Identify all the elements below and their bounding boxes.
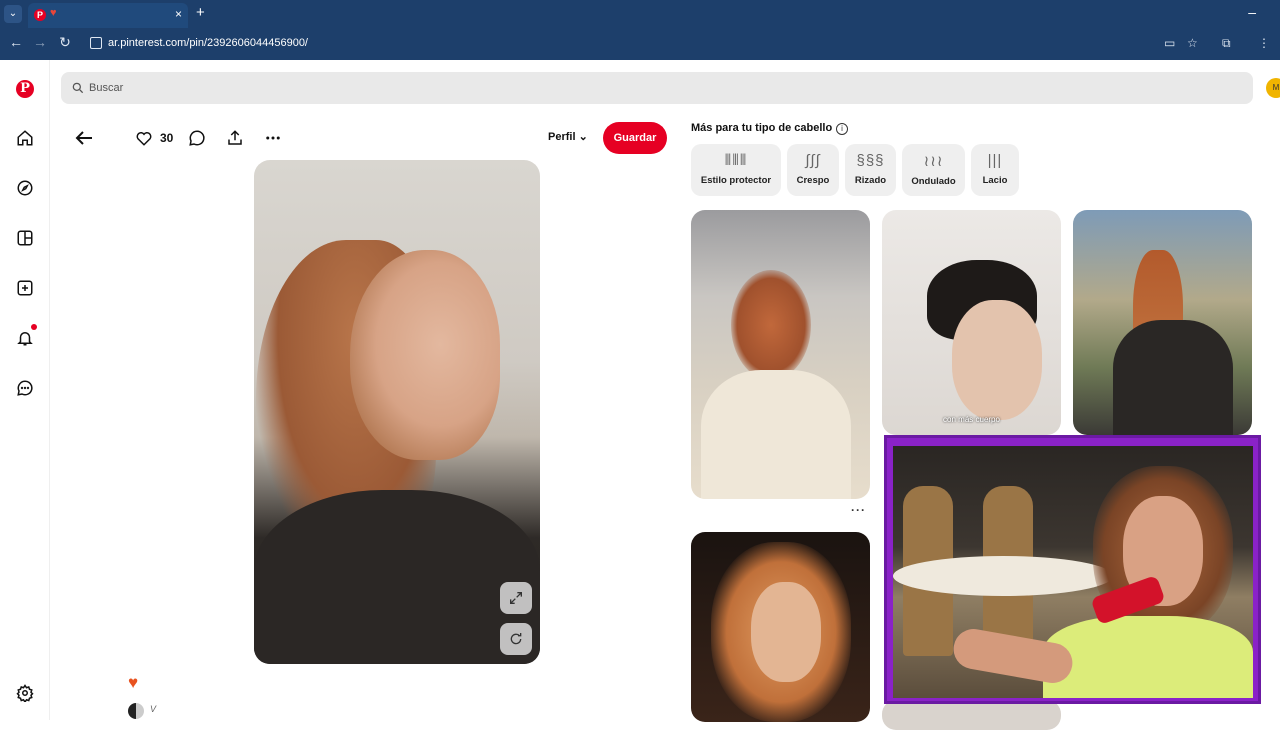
wavy-hair-icon: ≀≀≀: [923, 153, 944, 170]
creator-name[interactable]: V: [150, 704, 156, 714]
chip-label: Crespo: [796, 175, 830, 186]
chip-crespo[interactable]: ∫∫∫ Crespo: [787, 144, 839, 196]
info-icon[interactable]: i: [836, 123, 848, 135]
chip-lacio[interactable]: ||| Lacio: [971, 144, 1019, 196]
explore-icon[interactable]: [13, 176, 37, 200]
bookmark-star-icon[interactable]: ☆: [1187, 36, 1198, 50]
browser-tabstrip: ⌄ P ♥ × + –: [0, 0, 1280, 28]
pin-image-body: [254, 490, 540, 664]
pin-action-bar: 30: [130, 125, 287, 151]
board-dropdown-label: Perfil: [548, 131, 576, 143]
related-pin-3[interactable]: [1073, 210, 1252, 435]
related-pin-4[interactable]: [691, 532, 870, 722]
thumb-face: [952, 300, 1042, 420]
more-dots-icon: [266, 136, 281, 140]
thumb-hair: [731, 270, 811, 380]
coily-hair-icon: ∫∫∫: [805, 152, 821, 169]
pinterest-logo-icon[interactable]: P: [16, 80, 34, 98]
user-avatar[interactable]: M: [1266, 78, 1280, 98]
back-arrow-icon[interactable]: [72, 126, 96, 150]
related-pin-5[interactable]: [882, 700, 1061, 730]
thumb-face: [751, 582, 821, 682]
curly-hair-icon: §§§: [856, 152, 885, 169]
pin-image-face: [350, 250, 500, 460]
webcam-overlay: [884, 435, 1261, 704]
search-bar[interactable]: [61, 72, 1253, 104]
visual-search-icon: [510, 633, 522, 645]
chip-rizado[interactable]: §§§ Rizado: [845, 144, 896, 196]
reaction-heart-icon[interactable]: ♥: [128, 673, 138, 693]
boards-icon[interactable]: [13, 226, 37, 250]
pin-more-options[interactable]: ···: [851, 503, 866, 517]
save-button[interactable]: Guardar: [603, 122, 667, 154]
window-minimize-button[interactable]: –: [1248, 4, 1256, 20]
like-count: 30: [160, 131, 174, 145]
related-pin-1[interactable]: [691, 210, 870, 499]
thumb-jacket: [1113, 320, 1233, 435]
like-button[interactable]: [130, 125, 158, 151]
new-tab-button[interactable]: +: [196, 5, 205, 21]
profile-menu-icon[interactable]: ⋮: [1258, 36, 1270, 50]
expand-button[interactable]: [500, 582, 532, 614]
notification-badge: [31, 324, 37, 330]
board-dropdown[interactable]: Perfil ⌄: [548, 130, 588, 143]
site-info-icon[interactable]: [90, 37, 102, 49]
messages-icon[interactable]: [13, 376, 37, 400]
chevron-down-icon: ⌄: [578, 131, 588, 143]
browser-toolbar: ← → ↻ ar.pinterest.com/pin/2392606044456…: [0, 28, 1280, 60]
webcam-table: [893, 556, 1113, 596]
visual-search-button[interactable]: [500, 623, 532, 655]
create-icon[interactable]: [13, 276, 37, 300]
webcam-video: [893, 446, 1253, 698]
chip-label: Estilo protector: [700, 175, 772, 186]
braids-icon: ⦀⦀⦀: [724, 152, 748, 169]
install-app-icon[interactable]: ▭: [1164, 36, 1175, 50]
extensions-icon[interactable]: ⧉: [1222, 36, 1231, 51]
settings-gear-icon[interactable]: [13, 681, 37, 705]
chip-ondulado[interactable]: ≀≀≀ Ondulado: [902, 144, 965, 196]
share-icon: [228, 130, 243, 145]
chip-label: Lacio: [982, 175, 1008, 186]
thumb-caption: con más cuerpo: [943, 415, 1000, 424]
thumb-sweater: [701, 370, 851, 499]
webcam-person-shirt: [1043, 616, 1253, 698]
browser-tab-pinterest[interactable]: P ♥ ×: [28, 3, 188, 28]
creator-avatar[interactable]: [128, 703, 144, 719]
reload-icon[interactable]: ↻: [55, 34, 75, 51]
chip-label: Ondulado: [911, 176, 956, 187]
pinterest-favicon-icon: P: [34, 9, 46, 21]
comment-icon: [189, 130, 205, 146]
search-icon: [72, 82, 84, 94]
chip-estilo-protector[interactable]: ⦀⦀⦀ Estilo protector: [691, 144, 781, 196]
forward-arrow-icon[interactable]: →: [30, 34, 50, 50]
related-section-title: Más para tu tipo de cabello: [691, 122, 833, 134]
home-icon[interactable]: [13, 126, 37, 150]
expand-icon: [510, 592, 522, 604]
comment-button[interactable]: [183, 125, 211, 151]
tab-list-chevron-icon[interactable]: ⌄: [4, 5, 22, 23]
related-pin-2[interactable]: con más cuerpo: [882, 210, 1061, 435]
heart-icon: ♥: [50, 7, 57, 19]
more-options-button[interactable]: [259, 125, 287, 151]
back-arrow-icon[interactable]: ←: [6, 34, 26, 50]
chip-label: Rizado: [854, 175, 887, 186]
heart-icon: [136, 132, 152, 146]
pinterest-sidebar: P: [0, 60, 50, 720]
tab-close-icon[interactable]: ×: [175, 7, 182, 21]
share-button[interactable]: [221, 125, 249, 151]
url-text[interactable]: ar.pinterest.com/pin/2392606044456900/: [108, 37, 308, 49]
pin-image[interactable]: [254, 160, 540, 664]
straight-hair-icon: |||: [987, 152, 1003, 169]
search-input[interactable]: [89, 72, 1189, 104]
address-bar[interactable]: ar.pinterest.com/pin/2392606044456900/: [84, 32, 1214, 56]
